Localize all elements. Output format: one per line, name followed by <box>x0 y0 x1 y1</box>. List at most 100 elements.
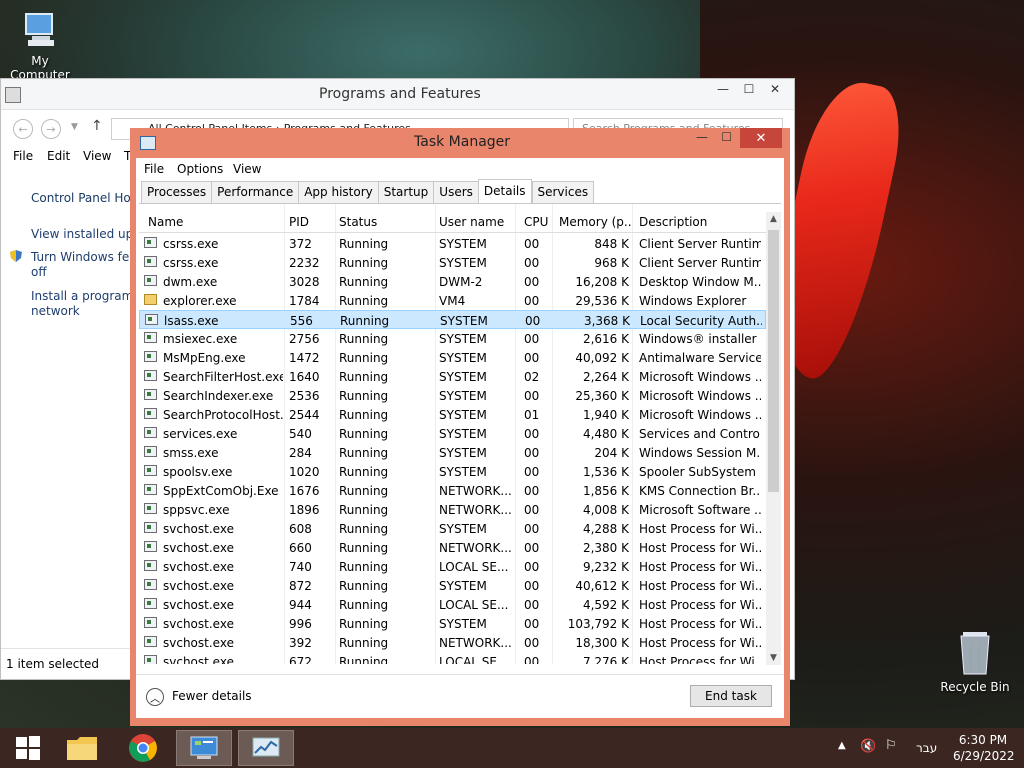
table-row[interactable]: svchost.exe 608 Running SYSTEM 00 4,288 K Host… <box>139 519 766 538</box>
recent-locations-icon[interactable]: ▼ <box>71 122 78 132</box>
table-row[interactable]: smss.exe 284 Running SYSTEM 00 204 K Windows S… <box>139 443 766 462</box>
network-icon[interactable]: ⚐ <box>885 738 897 753</box>
table-row[interactable]: svchost.exe 660 Running NETWORK... 00 2,380 K… <box>139 538 766 557</box>
speaker-muted-icon[interactable]: 🔇 <box>860 739 876 754</box>
minimize-button[interactable]: — <box>710 79 736 99</box>
tab-services[interactable]: Services <box>531 181 595 204</box>
menu-options[interactable]: Options <box>177 162 223 176</box>
table-row[interactable]: SearchIndexer.exe 2536 Running SYSTEM 00 25,3… <box>139 386 766 405</box>
cell-description: Host Process for Wi... <box>639 541 761 555</box>
cell-memory: 40,612 K <box>575 579 629 593</box>
cell-description: Host Process for Wi... <box>639 636 761 650</box>
end-task-button[interactable]: End task <box>690 685 772 707</box>
table-row[interactable]: lsass.exe 556 Running SYSTEM 00 3,368 K Local … <box>139 310 766 329</box>
desktop-icon-recycle-bin[interactable]: Recycle Bin <box>935 630 1015 694</box>
menu-view[interactable]: View <box>233 162 261 176</box>
tab-app-history[interactable]: App history <box>298 181 378 204</box>
cell-name: csrss.exe <box>163 256 219 270</box>
scrollbar-thumb[interactable] <box>768 230 779 492</box>
table-row[interactable]: csrss.exe 2232 Running SYSTEM 00 968 K Client … <box>139 253 766 272</box>
table-row[interactable]: dwm.exe 3028 Running DWM-2 00 16,208 K Desktop… <box>139 272 766 291</box>
menu-edit[interactable]: Edit <box>47 149 70 163</box>
close-button[interactable]: ✕ <box>762 79 788 99</box>
tab-details[interactable]: Details <box>477 179 532 204</box>
turn-windows-features-link-cont[interactable]: off <box>31 265 47 279</box>
taskbar-control-panel[interactable] <box>176 730 232 766</box>
menu-view[interactable]: View <box>83 149 111 163</box>
window-titlebar[interactable]: Task Manager — ☐ ✕ <box>130 128 790 158</box>
table-row[interactable]: svchost.exe 996 Running SYSTEM 00 103,792 K Ho… <box>139 614 766 633</box>
show-hidden-icons-icon[interactable]: ▲ <box>838 740 846 751</box>
column-header-description[interactable]: Description <box>639 215 764 229</box>
tab-processes[interactable]: Processes <box>141 181 212 204</box>
clock[interactable]: 6:30 PM 6/29/2022 <box>953 733 1015 763</box>
table-row[interactable]: svchost.exe 944 Running LOCAL SE... 00 4,592 … <box>139 595 766 614</box>
cell-pid: 1020 <box>289 465 320 479</box>
forward-arrow-icon[interactable]: → <box>41 119 61 139</box>
table-row[interactable]: svchost.exe 872 Running SYSTEM 00 40,612 K Hos… <box>139 576 766 595</box>
cell-pid: 2232 <box>289 256 320 270</box>
scroll-down-icon[interactable]: ▼ <box>766 651 781 665</box>
minimize-button[interactable]: — <box>696 130 708 144</box>
column-header-status[interactable]: Status <box>339 215 429 229</box>
column-header-memory[interactable]: Memory (p... <box>559 215 631 229</box>
window-titlebar[interactable]: Programs and Features — ☐ ✕ <box>1 79 794 110</box>
table-row[interactable]: sppsvc.exe 1896 Running NETWORK... 00 4,008 K… <box>139 500 766 519</box>
cell-name: SppExtComObj.Exe <box>163 484 279 498</box>
column-header-name[interactable]: Name^ <box>148 215 278 229</box>
up-arrow-icon[interactable]: ↑ <box>91 118 103 134</box>
cell-name: smss.exe <box>163 446 219 460</box>
desktop-icon-my-computer[interactable]: My Computer <box>0 10 80 82</box>
table-row[interactable]: svchost.exe 672 Running LOCAL SE... 00 7,276 … <box>139 652 766 664</box>
taskbar-task-manager[interactable] <box>238 730 294 766</box>
cell-pid: 1640 <box>289 370 320 384</box>
install-program-link-cont[interactable]: network <box>31 304 80 318</box>
cell-pid: 872 <box>289 579 312 593</box>
back-arrow-icon[interactable]: ← <box>13 119 33 139</box>
menu-file[interactable]: File <box>144 162 164 176</box>
tab-users[interactable]: Users <box>433 181 478 204</box>
cell-status: Running <box>339 503 389 517</box>
table-row[interactable]: MsMpEng.exe 1472 Running SYSTEM 00 40,092 K An… <box>139 348 766 367</box>
table-row[interactable]: svchost.exe 740 Running LOCAL SE... 00 9,232 … <box>139 557 766 576</box>
cell-pid: 996 <box>289 617 312 631</box>
turn-windows-features-link[interactable]: Turn Windows feat <box>31 250 141 264</box>
vertical-scrollbar[interactable]: ▲ ▼ <box>766 212 781 665</box>
table-row[interactable]: csrss.exe 372 Running SYSTEM 00 848 K Client S… <box>139 234 766 253</box>
close-button[interactable]: ✕ <box>740 128 782 148</box>
maximize-button[interactable]: ☐ <box>721 130 732 144</box>
scroll-up-icon[interactable]: ▲ <box>766 212 781 226</box>
taskbar: ▲ 🔇 ⚐ עבר 6:30 PM 6/29/2022 <box>0 728 1024 768</box>
table-row[interactable]: SearchFilterHost.exe 1640 Running SYSTEM 02 2… <box>139 367 766 386</box>
table-row[interactable]: svchost.exe 392 Running NETWORK... 00 18,300 … <box>139 633 766 652</box>
column-header-user-name[interactable]: User name <box>439 215 511 229</box>
maximize-button[interactable]: ☐ <box>736 79 762 99</box>
chevron-up-icon[interactable]: ︿ <box>146 688 164 706</box>
tab-startup[interactable]: Startup <box>377 181 434 204</box>
cell-cpu: 00 <box>524 332 540 346</box>
taskbar-chrome[interactable] <box>115 730 171 766</box>
cell-user-name: NETWORK... <box>439 503 511 517</box>
tab-performance[interactable]: Performance <box>211 181 299 204</box>
table-row[interactable]: explorer.exe 1784 Running VM4 00 29,536 K Wind… <box>139 291 766 310</box>
start-button[interactable] <box>0 730 56 766</box>
details-panel: Name^ PID Status User name CPU Memory (p… <box>139 203 781 674</box>
cell-description: Services and Control... <box>639 427 761 441</box>
table-row[interactable]: services.exe 540 Running SYSTEM 00 4,480 K Ser… <box>139 424 766 443</box>
control-panel-home-link[interactable]: Control Panel Hom <box>31 191 142 205</box>
table-row[interactable]: spoolsv.exe 1020 Running SYSTEM 00 1,536 K Spo… <box>139 462 766 481</box>
column-header-pid[interactable]: PID <box>289 215 329 229</box>
column-header-cpu[interactable]: CPU <box>524 215 550 229</box>
tab-strip: Processes Performance App history Startu… <box>141 179 595 204</box>
language-indicator[interactable]: עבר <box>916 741 937 755</box>
cell-pid: 672 <box>289 655 312 664</box>
cell-user-name: VM4 <box>439 294 466 308</box>
table-row[interactable]: msiexec.exe 2756 Running SYSTEM 00 2,616 K Win… <box>139 329 766 348</box>
menu-file[interactable]: File <box>13 149 33 163</box>
folder-icon <box>144 294 157 305</box>
table-row[interactable]: SppExtComObj.Exe 1676 Running NETWORK... 00 1… <box>139 481 766 500</box>
search-icon <box>144 389 157 400</box>
table-row[interactable]: SearchProtocolHost.... 2544 Running SYSTEM 0… <box>139 405 766 424</box>
fewer-details-button[interactable]: Fewer details <box>172 689 252 703</box>
taskbar-file-explorer[interactable] <box>54 730 110 766</box>
